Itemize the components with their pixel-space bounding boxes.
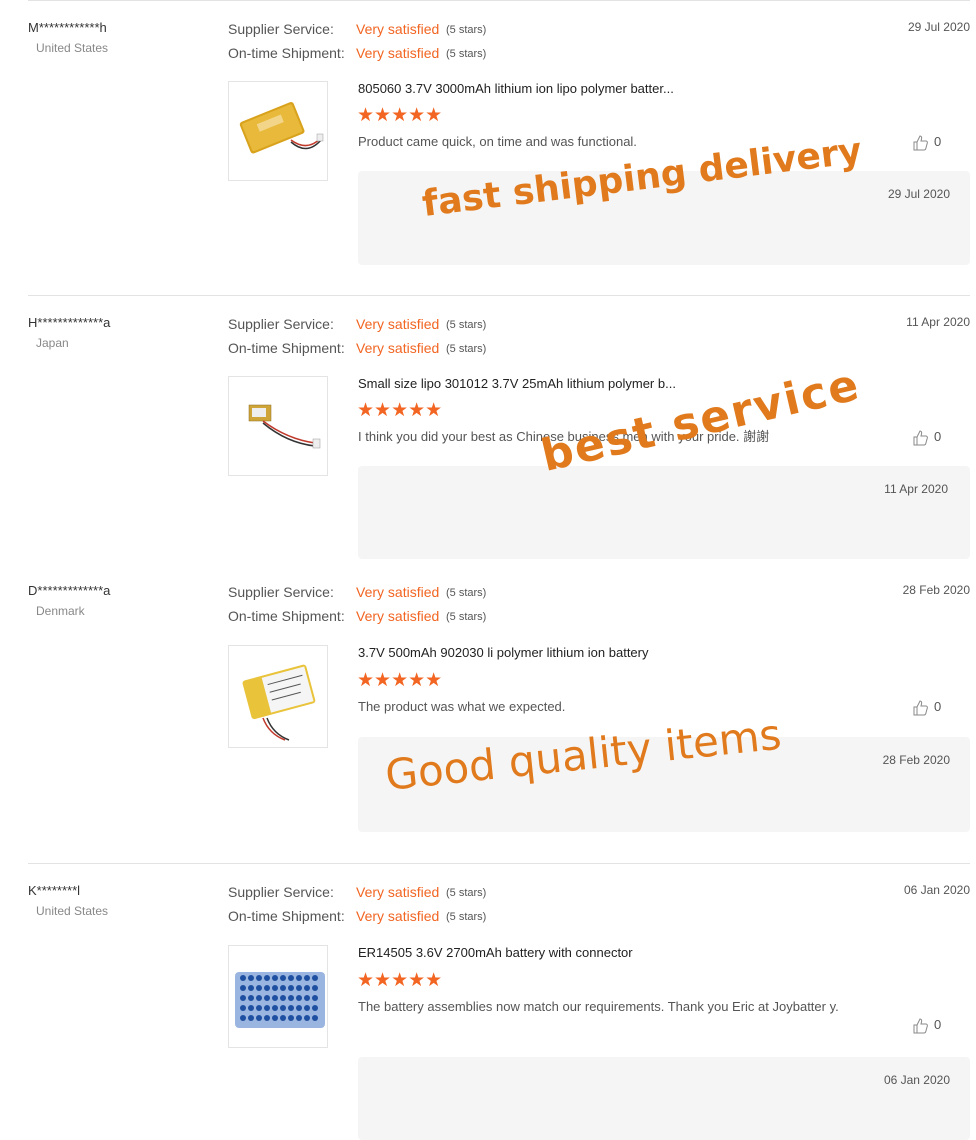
battery-image (242, 664, 316, 741)
supplier-service-value: Very satisfied (356, 316, 440, 332)
supplier-service-stars: (5 stars) (446, 587, 487, 599)
review-date: 06 Jan 2020 (903, 883, 970, 897)
review-date: 28 Feb 2020 (902, 583, 970, 597)
star-rating: ★★★★★ (357, 400, 443, 421)
review-comment: The battery assemblies now match our req… (358, 999, 839, 1014)
supplier-service-value: Very satisfied (356, 884, 440, 900)
feedback-date: 06 Jan 2020 (883, 1073, 950, 1087)
product-title[interactable]: 3.7V 500mAh 902030 li polymer lithium io… (358, 645, 649, 660)
shipment-label: On-time Shipment: (228, 608, 345, 624)
like-count: 0 (934, 699, 942, 715)
buyer-country: Denmark (36, 604, 85, 618)
supplier-service-value: Very satisfied (356, 584, 440, 600)
star-rating: ★★★★★ (357, 670, 443, 691)
product-title[interactable]: Small size lipo 301012 3.7V 25mAh lithiu… (358, 376, 676, 391)
like-count: 0 (934, 429, 942, 445)
thumbs-up-icon (913, 1018, 928, 1034)
like-button[interactable]: 0 (912, 429, 941, 447)
supplier-service-stars: (5 stars) (446, 24, 487, 36)
product-thumbnail[interactable] (228, 376, 328, 476)
supplier-service-stars: (5 stars) (446, 887, 487, 899)
product-thumbnail[interactable] (228, 645, 328, 748)
buyer-name: K********l (28, 883, 81, 898)
review-date: 29 Jul 2020 (907, 20, 970, 34)
thumbs-up-icon (913, 700, 928, 716)
star-rating: ★★★★★ (357, 105, 443, 126)
supplier-service-label: Supplier Service: (228, 316, 334, 332)
buyer-name: M************h (28, 20, 107, 35)
supplier-service-stars: (5 stars) (446, 319, 487, 331)
review-item: H*************a Japan Supplier Service: … (0, 295, 976, 562)
thumbs-up-icon (913, 430, 928, 446)
product-thumbnail[interactable] (228, 945, 328, 1048)
supplier-service-value: Very satisfied (356, 21, 440, 37)
battery-image (235, 972, 325, 1028)
buyer-name: D*************a (28, 583, 111, 598)
supplier-service-label: Supplier Service: (228, 584, 334, 600)
shipment-stars: (5 stars) (446, 611, 487, 623)
feedback-date: 28 Feb 2020 (882, 753, 950, 767)
shipment-label: On-time Shipment: (228, 908, 345, 924)
like-count: 0 (934, 134, 942, 150)
review-date: 11 Apr 2020 (906, 315, 970, 329)
shipment-value: Very satisfied (356, 908, 440, 924)
shipment-stars: (5 stars) (446, 48, 487, 60)
feedback-date: 29 Jul 2020 (887, 187, 950, 201)
feedback-box: 06 Jan 2020 (358, 1057, 970, 1140)
like-button[interactable]: 0 (912, 134, 941, 152)
like-count: 0 (934, 1017, 942, 1033)
battery-image (248, 404, 321, 449)
supplier-service-label: Supplier Service: (228, 21, 334, 37)
battery-image (239, 102, 324, 154)
star-rating: ★★★★★ (357, 970, 443, 991)
review-comment: The product was what we expected. (358, 699, 566, 714)
shipment-stars: (5 stars) (446, 343, 487, 355)
review-item: D*************a Denmark Supplier Service… (0, 563, 976, 863)
shipment-value: Very satisfied (356, 340, 440, 356)
product-title[interactable]: 805060 3.7V 3000mAh lithium ion lipo pol… (358, 81, 674, 96)
buyer-name: H*************a (28, 315, 111, 330)
like-button[interactable]: 0 (912, 699, 941, 717)
buyer-country: Japan (36, 336, 69, 350)
shipment-stars: (5 stars) (446, 911, 487, 923)
feedback-box: 11 Apr 2020 (358, 466, 970, 559)
like-button[interactable]: 0 (912, 1017, 941, 1035)
review-item: M************h United States Supplier Se… (0, 0, 976, 295)
buyer-country: United States (36, 41, 109, 55)
shipment-label: On-time Shipment: (228, 45, 345, 61)
supplier-service-label: Supplier Service: (228, 884, 334, 900)
feedback-date: 11 Apr 2020 (884, 482, 948, 496)
shipment-label: On-time Shipment: (228, 340, 345, 356)
review-item: K********l United States Supplier Servic… (0, 863, 976, 1140)
shipment-value: Very satisfied (356, 608, 440, 624)
product-thumbnail[interactable] (228, 81, 328, 181)
thumbs-up-icon (913, 135, 928, 151)
product-title[interactable]: ER14505 3.6V 2700mAh battery with connec… (358, 945, 633, 960)
shipment-value: Very satisfied (356, 45, 440, 61)
buyer-country: United States (36, 904, 109, 918)
